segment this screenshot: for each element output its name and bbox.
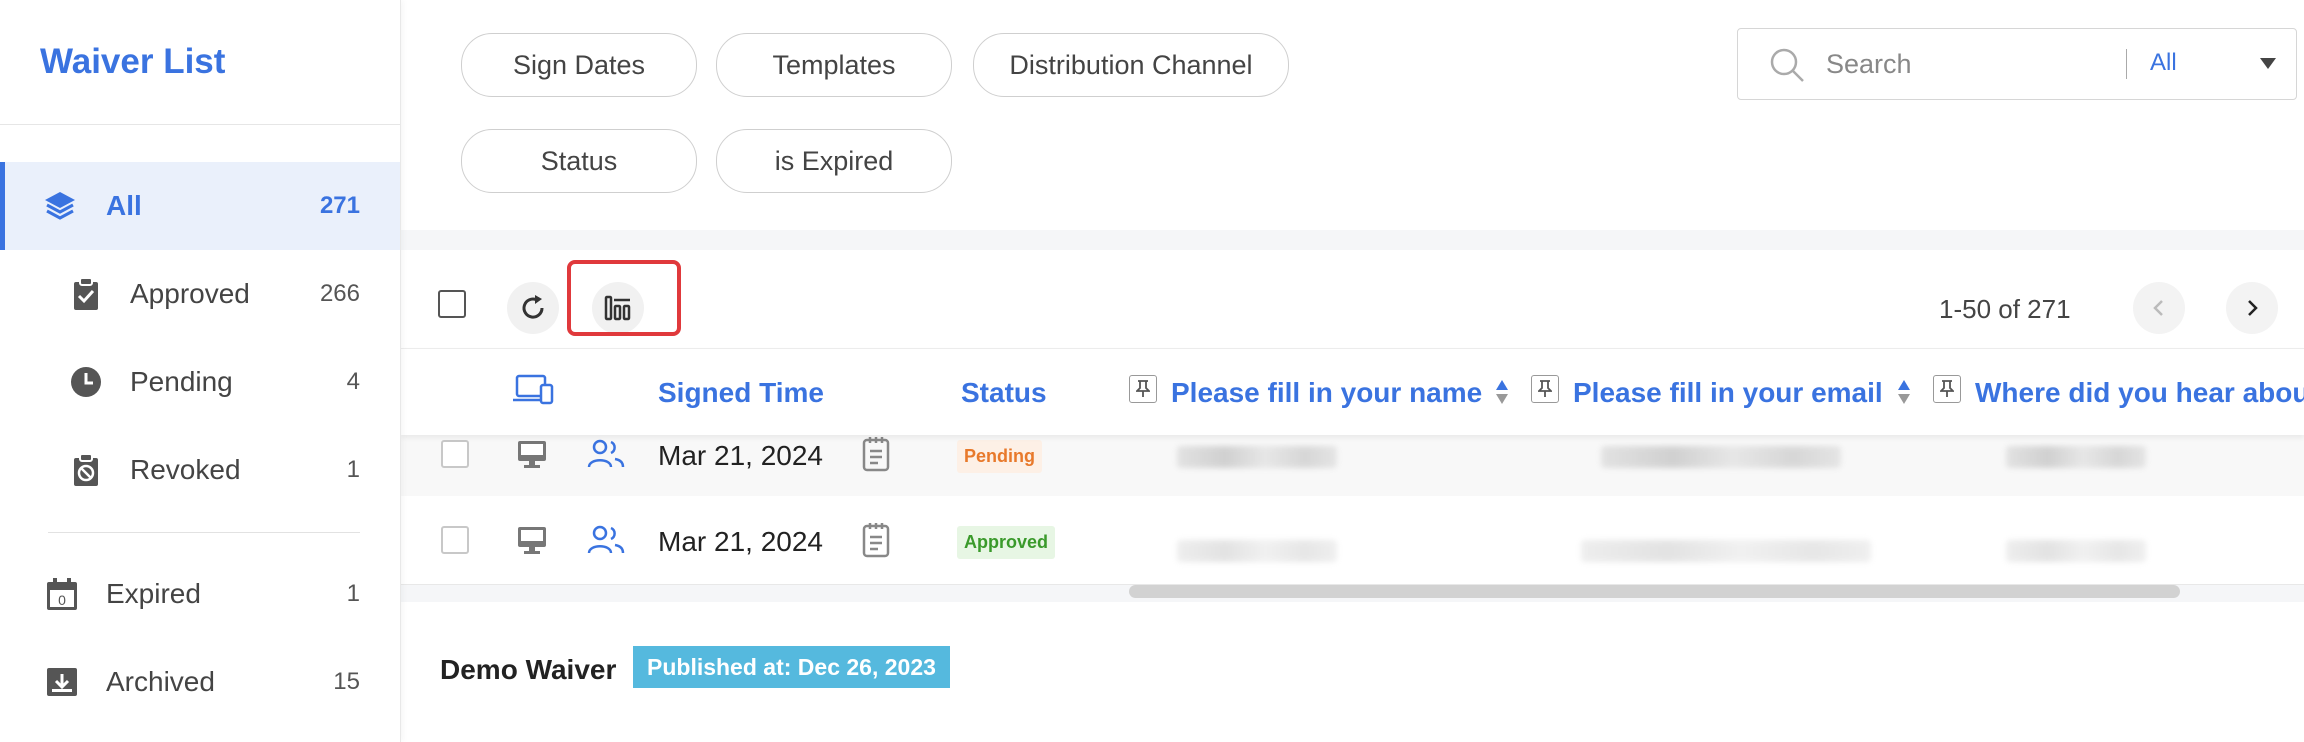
table-header: Signed Time Status Please fill in your n…: [401, 348, 2304, 435]
layers-icon: [42, 188, 78, 224]
clock-icon: [68, 364, 104, 400]
sidebar-item-label: Expired: [106, 578, 201, 609]
filter-status[interactable]: Status: [461, 129, 697, 193]
search-separator: [2126, 49, 2127, 79]
redacted-cell: [1177, 540, 1337, 562]
pin-icon[interactable]: [1933, 375, 1961, 403]
sidebar-item-count: 1: [346, 456, 360, 483]
search-input[interactable]: [1824, 43, 2058, 85]
column-header-signed-time[interactable]: Signed Time: [658, 377, 824, 409]
sidebar-item-count: 4: [346, 368, 360, 395]
toolbar: 1-50 of 271: [401, 250, 2304, 348]
clipboard-check-icon: [68, 276, 104, 312]
sidebar-item-expired[interactable]: 0 Expired 1: [0, 550, 400, 638]
filter-is-expired[interactable]: is Expired: [716, 129, 952, 193]
select-all-checkbox[interactable]: [438, 290, 466, 318]
waiver-section: Demo Waiver Published at: Dec 26, 2023: [401, 602, 2304, 742]
sort-icon[interactable]: [1495, 379, 1509, 405]
status-badge: Pending: [957, 440, 1042, 473]
filter-bar: Sign Dates Templates Distribution Channe…: [401, 0, 2304, 230]
sidebar-item-count: 1: [346, 580, 360, 607]
section-title: Demo Waiver: [440, 654, 617, 685]
sidebar-item-label: Archived: [106, 666, 215, 697]
redacted-cell: [1177, 446, 1337, 468]
desktop-icon: [516, 524, 548, 556]
sidebar-item-approved[interactable]: Approved 266: [0, 250, 400, 338]
pin-icon[interactable]: [1531, 375, 1559, 403]
document-icon[interactable]: [862, 436, 890, 472]
pagination-info: 1-50 of 271: [1939, 294, 2071, 324]
sidebar-item-archived[interactable]: Archived 15: [0, 638, 400, 726]
horizontal-scrollbar[interactable]: [1129, 585, 2180, 598]
clipboard-ban-icon: [68, 452, 104, 488]
next-page-button[interactable]: [2226, 282, 2278, 334]
redacted-cell: [2006, 446, 2146, 468]
svg-text:0: 0: [58, 592, 66, 608]
table-body: Mar 21, 2024 Pending Mar 21, 2024 Approv…: [401, 414, 2304, 585]
sidebar: Waiver List All 271 Approved 266 Pending…: [0, 0, 401, 742]
column-header-status[interactable]: Status: [961, 377, 1047, 409]
column-header-email[interactable]: Please fill in your email: [1573, 377, 1883, 409]
sidebar-divider: [48, 532, 360, 533]
row-checkbox[interactable]: [441, 526, 469, 554]
signed-time: Mar 21, 2024: [658, 526, 823, 557]
search-box: All: [1737, 28, 2297, 100]
chevron-down-icon: [2260, 58, 2276, 70]
status-badge: Approved: [957, 526, 1056, 559]
sidebar-item-label: Pending: [130, 366, 233, 397]
sidebar-item-label: All: [106, 190, 142, 221]
search-icon: [1768, 46, 1806, 84]
sidebar-item-count: 271: [319, 192, 360, 219]
redacted-cell: [1581, 540, 1871, 562]
sidebar-item-label: Approved: [130, 278, 250, 309]
desktop-icon: [516, 438, 548, 470]
search-scope-select[interactable]: All: [2146, 29, 2296, 99]
table-row[interactable]: Mar 21, 2024 Approved: [401, 496, 2304, 585]
users-icon: [587, 524, 625, 556]
archive-icon: [44, 664, 80, 700]
search-scope-value: All: [2150, 49, 2177, 76]
sidebar-item-revoked[interactable]: Revoked 1: [0, 426, 400, 514]
signed-time: Mar 21, 2024: [658, 440, 823, 471]
column-header-hear-about[interactable]: Where did you hear abou: [1975, 377, 2304, 409]
pin-icon[interactable]: [1129, 375, 1157, 403]
row-checkbox[interactable]: [441, 440, 469, 468]
prev-page-button[interactable]: [2133, 282, 2185, 334]
filter-distribution-channel[interactable]: Distribution Channel: [973, 33, 1289, 97]
refresh-button[interactable]: [507, 282, 559, 334]
sidebar-item-all[interactable]: All 271: [0, 162, 400, 250]
filter-sign-dates[interactable]: Sign Dates: [461, 33, 697, 97]
column-header-name[interactable]: Please fill in your name: [1171, 377, 1482, 409]
sidebar-divider: [0, 124, 400, 125]
filter-templates[interactable]: Templates: [716, 33, 952, 97]
published-badge: Published at: Dec 26, 2023: [633, 646, 950, 688]
sidebar-item-count: 15: [333, 668, 360, 695]
document-icon[interactable]: [862, 522, 890, 558]
sort-icon[interactable]: [1897, 379, 1911, 405]
users-icon: [587, 438, 625, 470]
sidebar-item-label: Revoked: [130, 454, 241, 485]
redacted-cell: [2006, 540, 2146, 562]
sidebar-item-count: 266: [319, 280, 360, 307]
device-icon: [513, 373, 555, 407]
sidebar-item-pending[interactable]: Pending 4: [0, 338, 400, 426]
calendar-icon: 0: [44, 576, 80, 612]
sidebar-title: Waiver List: [40, 42, 226, 81]
redacted-cell: [1601, 446, 1841, 468]
column-settings-button[interactable]: [592, 282, 644, 334]
